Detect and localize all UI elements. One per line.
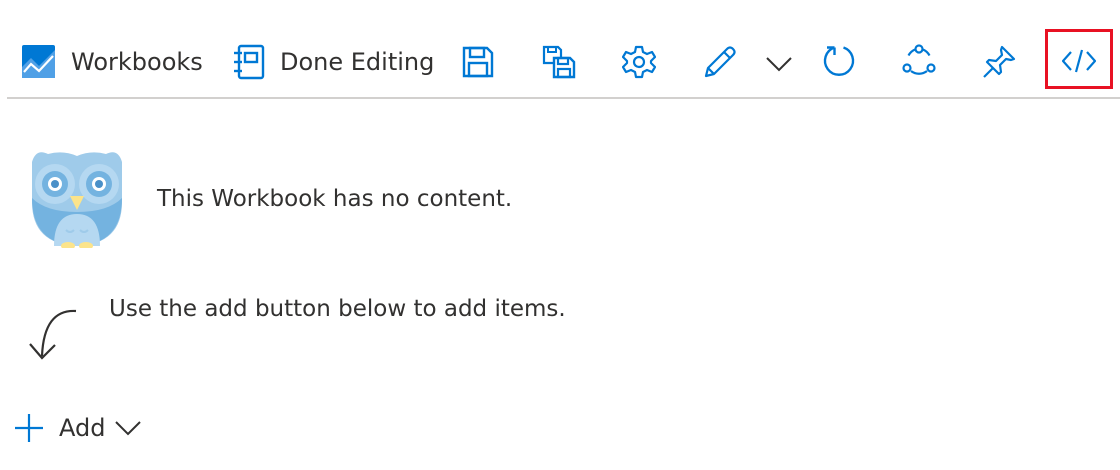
done-editing-button[interactable]: Done Editing	[233, 44, 434, 80]
curved-arrow-icon	[26, 308, 78, 366]
workbooks-chart-icon	[22, 45, 55, 78]
edit-button[interactable]	[702, 44, 736, 80]
add-items-hint: Use the add button below to add items.	[109, 296, 566, 322]
workbooks-label: Workbooks	[71, 47, 203, 76]
pencil-icon	[702, 44, 736, 80]
save-icon	[462, 46, 494, 78]
chevron-down-icon	[766, 56, 792, 72]
advanced-editor-highlight	[1045, 29, 1113, 89]
refresh-icon	[822, 44, 856, 78]
pin-icon	[982, 45, 1016, 79]
toolbar: Workbooks Done Editing	[0, 0, 1120, 98]
gear-icon	[622, 45, 656, 79]
pin-button[interactable]	[982, 45, 1016, 79]
add-label: Add	[59, 414, 106, 442]
notebook-icon	[233, 44, 265, 80]
edit-dropdown-button[interactable]	[766, 56, 792, 72]
empty-workbook-message: This Workbook has no content.	[157, 186, 513, 212]
plus-icon	[13, 412, 45, 444]
share-button[interactable]	[902, 44, 936, 78]
save-as-icon	[542, 45, 576, 79]
workbooks-button[interactable]: Workbooks	[22, 45, 203, 78]
toolbar-divider	[7, 97, 1120, 99]
settings-button[interactable]	[622, 45, 656, 79]
refresh-button[interactable]	[822, 44, 856, 78]
save-as-button[interactable]	[542, 45, 576, 79]
share-icon	[902, 44, 936, 78]
chevron-down-icon	[115, 420, 142, 436]
save-button[interactable]	[462, 46, 494, 78]
add-button[interactable]: Add	[13, 412, 142, 444]
done-editing-label: Done Editing	[280, 48, 435, 76]
owl-illustration	[28, 148, 126, 252]
